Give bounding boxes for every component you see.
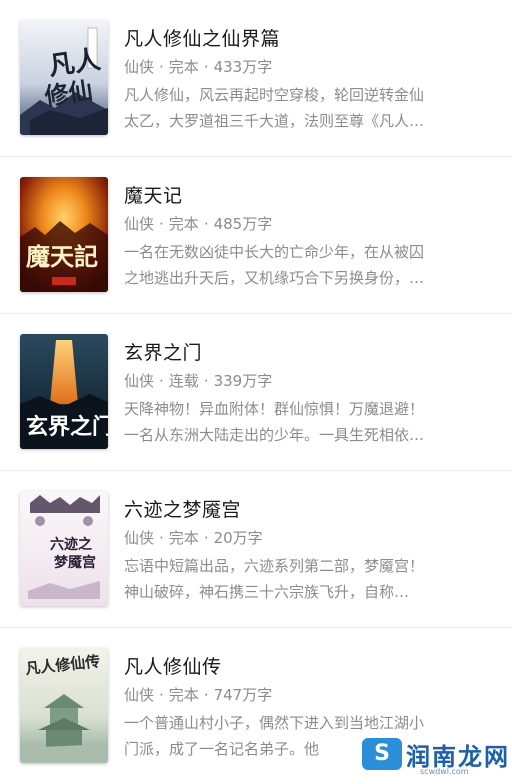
meta-separator: · <box>203 215 209 233</box>
book-status: 完本 <box>168 215 199 233</box>
book-status: 完本 <box>168 529 199 547</box>
cover-art-fanrenxiuxianzhuan: 凡人修仙传 <box>20 648 108 763</box>
book-genre: 仙侠 <box>124 529 155 547</box>
meta-separator: · <box>203 686 209 704</box>
book-title[interactable]: 凡人修仙传 <box>124 652 222 679</box>
book-cover[interactable]: 凡人 修仙 <box>20 20 108 135</box>
meta-separator: · <box>203 58 209 76</box>
meta-separator: · <box>159 529 164 547</box>
book-meta: 仙侠 · 完本 · 433万字 <box>124 56 272 77</box>
svg-text:六迹之: 六迹之 <box>50 536 92 553</box>
book-meta: 仙侠 · 完本 · 20万字 <box>124 527 263 548</box>
book-item[interactable]: 玄界之门 玄界之门 仙侠 · 连载 · 339万字 天降神物！异血附体！群仙惊惧！万魔退… <box>0 314 512 471</box>
book-genre: 仙侠 <box>124 58 155 76</box>
book-description: 一名在无数凶徒中长大的亡命少年，在从被囚 之地逃出升天后，又机缘巧合下另换身份，… <box>124 239 492 291</box>
book-word-count: 20万字 <box>213 529 263 547</box>
book-item[interactable]: 凡人 修仙 凡人修仙之仙界篇 仙侠 · 完本 · 433万字 凡人修仙，风云再起时空穿梭… <box>0 0 512 157</box>
book-word-count: 339万字 <box>213 372 273 390</box>
book-title[interactable]: 六迹之梦魇宫 <box>124 495 241 522</box>
cover-art-motianji: 魔天記 <box>20 177 108 292</box>
book-status: 连载 <box>168 372 199 390</box>
cover-art-fanren-xianjie: 凡人 修仙 <box>20 20 108 135</box>
book-cover[interactable]: 六迹之 梦魇宫 <box>20 491 108 606</box>
book-cover[interactable]: 玄界之门 <box>20 334 108 449</box>
book-meta: 仙侠 · 完本 · 747万字 <box>124 684 272 705</box>
book-genre: 仙侠 <box>124 372 155 390</box>
book-description-line: 神山破碎，神石携三十六宗族飞升，自称… <box>124 583 410 601</box>
book-status: 完本 <box>168 686 199 704</box>
book-title[interactable]: 玄界之门 <box>124 338 202 365</box>
book-title[interactable]: 魔天记 <box>124 181 183 208</box>
book-genre: 仙侠 <box>124 215 155 233</box>
site-watermark: S 润南龙网 scwdwl.com <box>358 734 508 778</box>
book-description-line: 一名在无数凶徒中长大的亡命少年，在从被囚 <box>124 243 425 261</box>
cover-art-xuanjie: 玄界之门 <box>20 334 108 449</box>
watermark-logo-icon: S <box>362 738 402 770</box>
book-description: 忘语中短篇出品，六迹系列第二部，梦魇宫！ 神山破碎，神石携三十六宗族飞升，自称… <box>124 553 492 605</box>
book-item[interactable]: 魔天記 魔天记 仙侠 · 完本 · 485万字 一名在无数凶徒中长大的亡命少年，在从被囚… <box>0 157 512 314</box>
book-genre: 仙侠 <box>124 686 155 704</box>
book-description-line: 一名从东洲大陆走出的少年。一具生死相依… <box>124 426 425 444</box>
book-cover[interactable]: 凡人修仙传 <box>20 648 108 763</box>
book-description-line: 凡人修仙，风云再起时空穿梭，轮回逆转金仙 <box>124 86 425 104</box>
book-meta: 仙侠 · 连载 · 339万字 <box>124 370 272 391</box>
book-status: 完本 <box>168 58 199 76</box>
book-description: 凡人修仙，风云再起时空穿梭，轮回逆转金仙 太乙，大罗道祖三千大道，法则至尊《凡人… <box>124 82 492 134</box>
book-item[interactable]: 六迹之 梦魇宫 六迹之梦魇宫 仙侠 · 完本 · 20万字 忘语中短篇出品，六迹系列第二… <box>0 471 512 628</box>
book-description-line: 天降神物！异血附体！群仙惊惧！万魔退避！ <box>124 400 425 418</box>
book-description-line: 忘语中短篇出品，六迹系列第二部，梦魇宫！ <box>124 557 425 575</box>
book-word-count: 747万字 <box>213 686 273 704</box>
meta-separator: · <box>203 529 209 547</box>
book-description-line: 之地逃出升天后，又机缘巧合下另换身份，… <box>124 269 425 287</box>
cover-art-liuji: 六迹之 梦魇宫 <box>20 491 108 606</box>
book-word-count: 433万字 <box>213 58 273 76</box>
meta-separator: · <box>159 372 164 390</box>
watermark-url: scwdwl.com <box>420 767 469 776</box>
book-description: 天降神物！异血附体！群仙惊惧！万魔退避！ 一名从东洲大陆走出的少年。一具生死相依… <box>124 396 492 448</box>
book-cover[interactable]: 魔天記 <box>20 177 108 292</box>
meta-separator: · <box>159 58 164 76</box>
svg-text:魔天記: 魔天記 <box>26 242 98 271</box>
svg-text:玄界之门: 玄界之门 <box>26 414 108 440</box>
book-description-line: 太乙，大罗道祖三千大道，法则至尊《凡人… <box>124 112 425 130</box>
svg-text:梦魇宫: 梦魇宫 <box>54 554 96 571</box>
book-description-line: 一个普通山村小子，偶然下进入到当地江湖小 <box>124 714 425 732</box>
meta-separator: · <box>159 686 164 704</box>
meta-separator: · <box>203 372 209 390</box>
book-title[interactable]: 凡人修仙之仙界篇 <box>124 24 280 51</box>
book-word-count: 485万字 <box>213 215 273 233</box>
meta-separator: · <box>159 215 164 233</box>
book-meta: 仙侠 · 完本 · 485万字 <box>124 213 272 234</box>
